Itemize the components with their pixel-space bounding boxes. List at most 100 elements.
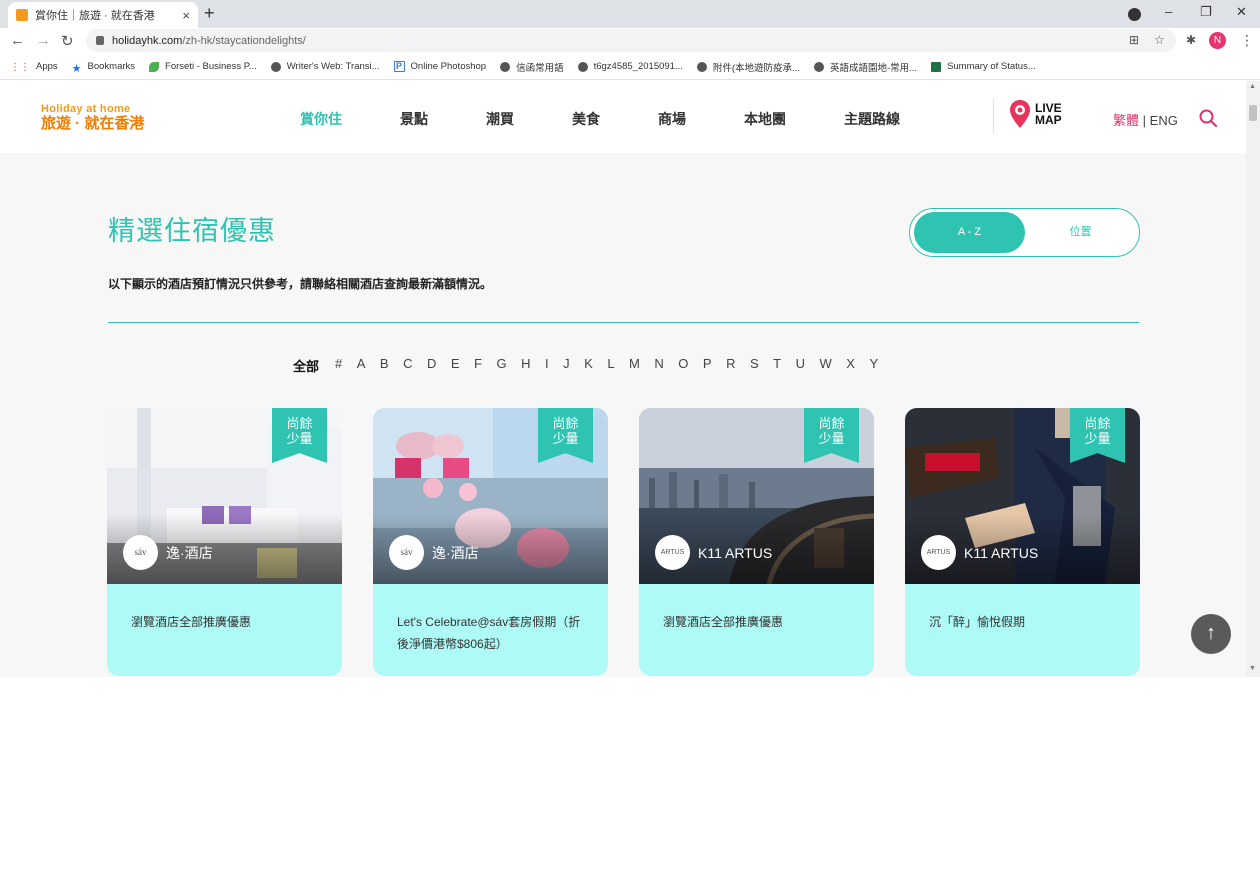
alphabet-filter-letter[interactable]: O bbox=[678, 356, 688, 375]
forward-arrow-icon[interactable]: → bbox=[36, 32, 51, 49]
nav-staycation[interactable]: 賞你住 bbox=[300, 109, 342, 129]
alphabet-filter-letter[interactable]: N bbox=[654, 356, 663, 375]
alphabet-filter-letter[interactable]: M bbox=[629, 356, 640, 375]
section-divider bbox=[108, 322, 1139, 323]
nav-local-tours[interactable]: 本地團 bbox=[744, 109, 786, 129]
hotel-brand: ARTUS K11 ARTUS bbox=[921, 535, 1038, 570]
alphabet-filter-letter[interactable]: # bbox=[335, 356, 342, 375]
hotel-name: K11 ARTUS bbox=[964, 544, 1039, 561]
main-navigation: 賞你住 景點 潮買 美食 商場 本地團 主題路線 bbox=[300, 109, 958, 129]
bookmark-online-photoshop[interactable]: P Online Photoshop bbox=[393, 61, 486, 72]
globe-icon bbox=[813, 61, 824, 72]
alphabet-filter-letter[interactable]: J bbox=[563, 356, 570, 375]
search-icon[interactable] bbox=[1198, 108, 1218, 128]
tab-close-icon[interactable]: × bbox=[182, 8, 190, 23]
hotel-logo: ARTUS bbox=[655, 535, 690, 570]
extensions-puzzle-icon[interactable]: ✱ bbox=[1186, 33, 1196, 47]
hotel-brand: ARTUS K11 ARTUS bbox=[655, 535, 772, 570]
site-logo[interactable]: Holiday at home 旅遊 · 就在香港 bbox=[41, 103, 161, 132]
alphabet-filter-letter[interactable]: I bbox=[545, 356, 549, 375]
hotel-logo: ARTUS bbox=[921, 535, 956, 570]
tab-title: 賞你住｜旅遊 · 就在香港 bbox=[35, 10, 155, 22]
bookmark-star-icon[interactable]: ☆ bbox=[1154, 33, 1165, 47]
new-tab-button[interactable]: + bbox=[204, 3, 215, 24]
minimize-icon[interactable]: – bbox=[1165, 4, 1172, 19]
back-to-top-button[interactable]: ↑ bbox=[1191, 614, 1231, 654]
hotel-card[interactable]: 尚餘 少量 ARTUS K11 ARTUS 沉「醉」愉悅假期 bbox=[905, 408, 1140, 676]
alphabet-filter-letter[interactable]: P bbox=[703, 356, 712, 375]
language-switcher: 繁體 | ENG bbox=[1113, 110, 1178, 129]
alphabet-filter-letter[interactable]: Y bbox=[869, 356, 878, 375]
alphabet-filter-letter[interactable]: H bbox=[521, 356, 530, 375]
apps-icon: ⋮⋮ bbox=[10, 61, 30, 73]
alphabet-filter-letter[interactable]: L bbox=[607, 356, 614, 375]
nav-shopping[interactable]: 潮買 bbox=[486, 109, 514, 129]
live-map-link[interactable]: LIVE MAP bbox=[1009, 99, 1062, 129]
sort-az-button[interactable]: A - Z bbox=[914, 212, 1025, 253]
alphabet-filter-letter[interactable]: S bbox=[750, 356, 759, 375]
scrollbar-thumb[interactable] bbox=[1249, 105, 1257, 121]
reload-icon[interactable]: ↻ bbox=[61, 32, 74, 50]
alphabet-filter-letter[interactable]: C bbox=[403, 356, 412, 375]
map-pin-icon bbox=[1010, 100, 1030, 128]
hotel-card[interactable]: 尚餘 少量 sáv 逸·酒店 瀏覽酒店全部推廣優惠 bbox=[107, 408, 342, 676]
hotel-logo: sáv bbox=[123, 535, 158, 570]
restore-icon[interactable]: ❐ bbox=[1200, 4, 1212, 20]
bookmark-writers-web[interactable]: Writer's Web: Transi... bbox=[270, 61, 380, 72]
browser-toolbar: ← → ↻ holidayhk.com/zh-hk/staycationdeli… bbox=[0, 28, 1260, 54]
bookmark-forseti[interactable]: Forseti - Business P... bbox=[149, 61, 257, 72]
nav-dining[interactable]: 美食 bbox=[572, 109, 600, 129]
bookmark-bookmarks[interactable]: ★ Bookmarks bbox=[72, 61, 135, 75]
alphabet-filter-letter[interactable]: U bbox=[796, 356, 805, 375]
translate-icon[interactable]: ⊞ bbox=[1129, 33, 1139, 47]
nav-themed-routes[interactable]: 主題路線 bbox=[844, 109, 900, 129]
nav-malls[interactable]: 商場 bbox=[658, 109, 686, 129]
hotel-card[interactable]: 尚餘 少量 ARTUS K11 ARTUS 瀏覽酒店全部推廣優惠 bbox=[639, 408, 874, 676]
bookmark-idioms[interactable]: 英語成語園地-常用... bbox=[813, 60, 917, 74]
bookmark-t6gz[interactable]: t6gz4585_2015091... bbox=[577, 61, 683, 72]
browser-tab[interactable]: 賞你住｜旅遊 · 就在香港 × bbox=[8, 2, 198, 28]
lang-english[interactable]: ENG bbox=[1150, 113, 1178, 128]
profile-avatar[interactable]: N bbox=[1209, 32, 1226, 49]
alphabet-filter-letter[interactable]: E bbox=[451, 356, 460, 375]
window-close-icon[interactable]: ✕ bbox=[1236, 4, 1247, 20]
alphabet-filter-letter[interactable]: F bbox=[474, 356, 482, 375]
leaf-icon bbox=[149, 61, 160, 72]
site-header: Holiday at home 旅遊 · 就在香港 賞你住 景點 潮買 美食 商… bbox=[0, 81, 1246, 153]
globe-icon bbox=[270, 61, 281, 72]
url-path: /zh-hk/staycationdelights/ bbox=[182, 34, 306, 47]
alphabet-filter-all[interactable]: 全部 bbox=[293, 356, 319, 375]
hotel-card[interactable]: 尚餘 少量 sáv 逸·酒店 Let's Celebrate@sáv套房假期（折後… bbox=[373, 408, 608, 676]
excel-icon bbox=[931, 61, 942, 72]
alphabet-filter-letter[interactable]: W bbox=[819, 356, 831, 375]
address-bar[interactable]: holidayhk.com/zh-hk/staycationdelights/ bbox=[86, 29, 1176, 52]
back-arrow-icon[interactable]: ← bbox=[10, 32, 25, 49]
profile-menu-icon[interactable] bbox=[1128, 8, 1141, 21]
main-content: 精選住宿優惠 以下顯示的酒店預訂情況只供參考，請聯絡相關酒店查詢最新滿額情況。 … bbox=[0, 153, 1246, 677]
bookmark-attachment[interactable]: 附件(本地遊防疫承... bbox=[696, 60, 800, 74]
globe-icon bbox=[696, 61, 707, 72]
browser-tab-strip: 賞你住｜旅遊 · 就在香港 × + – ❐ ✕ bbox=[0, 0, 1260, 28]
scroll-up-icon[interactable]: ▲ bbox=[1249, 83, 1256, 90]
sort-location-button[interactable]: 位置 bbox=[1025, 212, 1136, 253]
alphabet-filter-letter[interactable]: T bbox=[773, 356, 781, 375]
bookmark-summary-status[interactable]: Summary of Status... bbox=[931, 61, 1036, 72]
availability-notice: 以下顯示的酒店預訂情況只供參考，請聯絡相關酒店查詢最新滿額情況。 bbox=[108, 277, 493, 291]
bookmark-letter-phrases[interactable]: 信函常用語 bbox=[500, 60, 564, 74]
page-scrollbar[interactable]: ▲ ▼ bbox=[1246, 81, 1260, 677]
browser-menu-icon[interactable]: ⋮ bbox=[1240, 32, 1254, 49]
header-divider bbox=[993, 99, 994, 133]
alphabet-filter-letter[interactable]: D bbox=[427, 356, 436, 375]
bookmark-apps[interactable]: ⋮⋮ Apps bbox=[10, 61, 58, 73]
alphabet-filter-letter[interactable]: G bbox=[497, 356, 507, 375]
lang-traditional-chinese[interactable]: 繁體 bbox=[1113, 113, 1139, 128]
alphabet-filter-letter[interactable]: X bbox=[846, 356, 855, 375]
bookmarks-bar: ⋮⋮ Apps ★ Bookmarks Forseti - Business P..… bbox=[0, 54, 1260, 80]
scroll-down-icon[interactable]: ▼ bbox=[1249, 665, 1256, 672]
logo-chinese: 旅遊 · 就在香港 bbox=[41, 115, 145, 132]
alphabet-filter-letter[interactable]: A bbox=[357, 356, 366, 375]
alphabet-filter-letter[interactable]: K bbox=[584, 356, 593, 375]
alphabet-filter-letter[interactable]: R bbox=[726, 356, 735, 375]
alphabet-filter-letter[interactable]: B bbox=[380, 356, 389, 375]
nav-attractions[interactable]: 景點 bbox=[400, 109, 428, 129]
